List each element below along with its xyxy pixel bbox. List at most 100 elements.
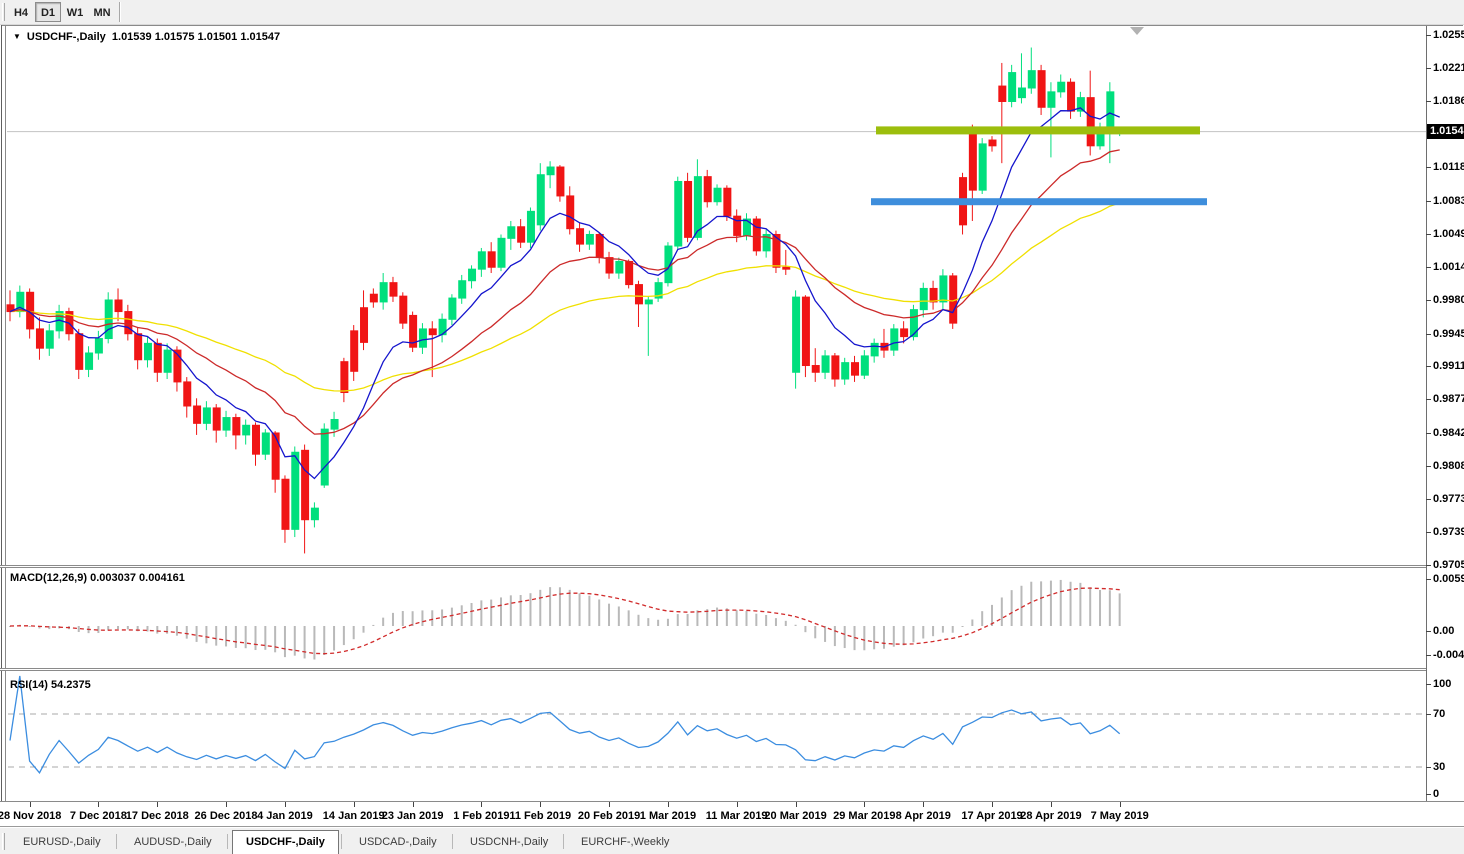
- macd-axis-label: 0.00: [1433, 625, 1454, 637]
- tabbar-grip[interactable]: [2, 833, 5, 850]
- axis-tick: [1426, 399, 1431, 400]
- date-tick: [157, 802, 158, 807]
- axis-tick: [1426, 794, 1431, 795]
- date-tick: [540, 802, 541, 807]
- date-tick: [1051, 802, 1052, 807]
- axis-tick: [1426, 366, 1431, 367]
- price-axis-label: 0.99800: [1433, 294, 1464, 306]
- date-label: 17 Apr 2019: [961, 810, 1022, 822]
- timeframe-toolbar: H4 D1 W1 MN: [0, 0, 1464, 25]
- chart-tab-bar: EURUSD-,Daily AUDUSD-,Daily USDCHF-,Daily U…: [0, 827, 1464, 854]
- chart-tab-usdcad[interactable]: USDCAD-,Daily: [346, 831, 450, 853]
- chart-tab-usdcnh[interactable]: USDCNH-,Daily: [457, 831, 561, 853]
- timeframe-button-w1[interactable]: W1: [62, 2, 88, 22]
- macd-axis-label: -0.00424: [1433, 649, 1464, 661]
- rsi-label: RSI(14) 54.2375: [10, 679, 91, 691]
- date-label: 4 Jan 2019: [257, 810, 313, 822]
- price-axis-label: 0.97730: [1433, 493, 1464, 505]
- axis-tick: [1426, 499, 1431, 500]
- timeframe-button-h4[interactable]: H4: [8, 2, 34, 22]
- pane-splitter[interactable]: [0, 668, 1464, 671]
- chart-tab-eurusd[interactable]: EURUSD-,Daily: [10, 831, 114, 853]
- timeframe-button-d1[interactable]: D1: [35, 2, 61, 22]
- axis-tick: [1426, 234, 1431, 235]
- rsi-axis-label: 70: [1433, 708, 1445, 720]
- price-axis-label: 1.01180: [1433, 161, 1464, 173]
- toolbar-separator: [119, 2, 121, 22]
- price-axis-label: 1.00140: [1433, 261, 1464, 273]
- date-label: 7 Dec 2018: [70, 810, 127, 822]
- price-axis-label: 0.99450: [1433, 328, 1464, 340]
- date-label: 17 Dec 2018: [126, 810, 189, 822]
- date-tick: [285, 802, 286, 807]
- axis-tick: [1426, 714, 1431, 715]
- date-tick: [796, 802, 797, 807]
- axis-tick: [1426, 684, 1431, 685]
- chart-dropdown-icon[interactable]: ▼: [13, 32, 21, 41]
- autoscroll-marker-icon[interactable]: [1130, 27, 1144, 35]
- date-tick: [923, 802, 924, 807]
- date-label: 11 Feb 2019: [509, 810, 571, 822]
- price-axis-label: 1.01860: [1433, 95, 1464, 107]
- chart-frame-left: [1, 25, 2, 827]
- date-label: 26 Dec 2018: [195, 810, 258, 822]
- price-axis-label: 1.02210: [1433, 62, 1464, 74]
- tab-separator: [116, 834, 117, 849]
- terminal-window: H4 D1 W1 MN ▼ USDCHF-,Daily 1.01539 1.015…: [0, 0, 1464, 854]
- axis-tick: [1426, 433, 1431, 434]
- axis-tick: [1426, 201, 1431, 202]
- axis-tick: [1426, 565, 1431, 566]
- price-axis-label: 0.97050: [1433, 559, 1464, 571]
- date-label: 20 Mar 2019: [764, 810, 826, 822]
- toolbar-grip[interactable]: [2, 3, 5, 21]
- date-label: 14 Jan 2019: [323, 810, 385, 822]
- price-axis-label: 0.98080: [1433, 460, 1464, 472]
- date-label: 23 Jan 2019: [382, 810, 444, 822]
- date-tick: [481, 802, 482, 807]
- date-tick: [98, 802, 99, 807]
- date-tick: [737, 802, 738, 807]
- axis-tick: [1426, 101, 1431, 102]
- current-price-badge: 1.01547: [1427, 124, 1464, 139]
- axis-tick: [1426, 167, 1431, 168]
- date-label: 11 Mar 2019: [706, 810, 768, 822]
- date-tick: [226, 802, 227, 807]
- date-tick: [1120, 802, 1121, 807]
- chart-tab-eurchf[interactable]: EURCHF-,Weekly: [568, 831, 682, 853]
- chart-tab-usdchf[interactable]: USDCHF-,Daily: [232, 830, 339, 854]
- macd-indicator-pane[interactable]: [6, 568, 1426, 668]
- macd-axis-label: 0.00597: [1433, 573, 1464, 585]
- axis-tick: [1426, 267, 1431, 268]
- rsi-axis-label: 0: [1433, 788, 1439, 800]
- price-axis-label: 0.97390: [1433, 526, 1464, 538]
- chart-tab-audusd[interactable]: AUDUSD-,Daily: [121, 831, 225, 853]
- price-axis-label: 1.00830: [1433, 195, 1464, 207]
- date-axis[interactable]: 28 Nov 2018 7 Dec 201817 Dec 2018 26 Dec 2…: [0, 801, 1464, 827]
- chart-ohlc-info[interactable]: ▼ USDCHF-,Daily 1.01539 1.01575 1.01501 1…: [13, 31, 280, 43]
- date-label: 28 Nov 2018: [0, 810, 61, 822]
- price-axis-label: 1.02550: [1433, 29, 1464, 41]
- chart-ohlc-values: 1.01539 1.01575 1.01501 1.01547: [112, 31, 280, 43]
- date-label: 28 Apr 2019: [1020, 810, 1081, 822]
- date-tick: [354, 802, 355, 807]
- price-chart-pane[interactable]: [6, 26, 1426, 566]
- rsi-indicator-pane[interactable]: [6, 671, 1426, 801]
- date-tick: [413, 802, 414, 807]
- axis-tick: [1426, 532, 1431, 533]
- price-axis-label: 0.98420: [1433, 427, 1464, 439]
- date-label: 29 Mar 2019: [833, 810, 895, 822]
- price-axis-label: 0.99110: [1433, 360, 1464, 372]
- timeframe-button-mn[interactable]: MN: [89, 2, 115, 22]
- rsi-axis-label: 100: [1433, 678, 1451, 690]
- date-tick: [864, 802, 865, 807]
- rsi-axis-label: 30: [1433, 761, 1445, 773]
- pane-splitter[interactable]: [0, 565, 1464, 568]
- axis-tick: [1426, 300, 1431, 301]
- date-tick: [668, 802, 669, 807]
- date-label: 7 May 2019: [1091, 810, 1149, 822]
- tab-separator: [563, 834, 564, 849]
- chart-symbol-label: USDCHF-,Daily: [27, 31, 106, 43]
- date-label: 8 Apr 2019: [896, 810, 951, 822]
- macd-label: MACD(12,26,9) 0.003037 0.004161: [10, 572, 185, 584]
- axis-tick: [1426, 334, 1431, 335]
